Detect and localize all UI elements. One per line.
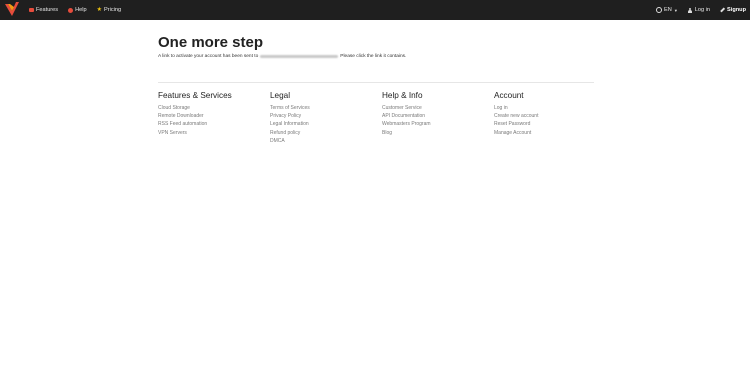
- footer-heading: Account: [494, 91, 524, 100]
- footer-link-blog[interactable]: Blog: [382, 129, 494, 137]
- main-content: One more step A link to activate your ac…: [158, 34, 594, 59]
- footer-link-rss-feed[interactable]: RSS Feed automation: [158, 120, 270, 128]
- footer-link-dmca[interactable]: DMCA: [270, 137, 382, 145]
- footer-link-create-account[interactable]: Create new account: [494, 112, 606, 120]
- nav-left: Features Help ★ Pricing: [29, 0, 131, 20]
- star-icon: ★: [96, 7, 102, 13]
- footer-link-refund[interactable]: Refund policy: [270, 129, 382, 137]
- nav-pricing-label: Pricing: [103, 7, 122, 13]
- page-title: One more step: [158, 34, 264, 51]
- signup-link[interactable]: Signup: [720, 7, 746, 13]
- activation-message: A link to activate your account has been…: [158, 54, 594, 59]
- features-icon: [29, 8, 34, 12]
- user-icon: [688, 7, 693, 13]
- globe-icon: [656, 7, 663, 13]
- language-dropdown[interactable]: EN ▼: [656, 7, 678, 13]
- footer-link-login[interactable]: Log in: [494, 104, 606, 112]
- nav-features-link[interactable]: Features: [29, 7, 58, 13]
- footer-link-legal-info[interactable]: Legal Information: [270, 120, 382, 128]
- footer-link-privacy[interactable]: Privacy Policy: [270, 112, 382, 120]
- nav-pricing-link[interactable]: ★ Pricing: [97, 7, 122, 13]
- nav-right: EN ▼ Log in Signup: [646, 0, 746, 20]
- footer-col-legal: Legal Terms of Services Privacy Policy L…: [270, 90, 382, 145]
- footer-heading: Features & Services: [158, 91, 232, 100]
- footer-link-webmasters[interactable]: Webmasters Program: [382, 120, 494, 128]
- footer-link-terms[interactable]: Terms of Services: [270, 104, 382, 112]
- nav-features-label: Features: [36, 7, 59, 13]
- divider: [158, 82, 594, 83]
- login-link[interactable]: Log in: [688, 7, 710, 13]
- signup-label: Signup: [727, 7, 746, 13]
- footer-heading: Help & Info: [382, 91, 423, 100]
- pencil-icon: [720, 7, 725, 13]
- footer-link-cloud-storage[interactable]: Cloud Storage: [158, 104, 270, 112]
- footer: Features & Services Cloud Storage Remote…: [158, 90, 606, 145]
- footer-link-customer-service[interactable]: Customer Service: [382, 104, 494, 112]
- language-label: EN: [664, 7, 672, 13]
- footer-link-remote-downloader[interactable]: Remote Downloader: [158, 112, 270, 120]
- footer-link-reset-password[interactable]: Reset Password: [494, 120, 606, 128]
- logo-icon[interactable]: [5, 2, 19, 17]
- login-label: Log in: [694, 7, 711, 13]
- help-icon: [68, 7, 74, 13]
- footer-col-help: Help & Info Customer Service API Documen…: [382, 90, 494, 145]
- caret-down-icon: ▼: [673, 7, 678, 13]
- footer-col-features: Features & Services Cloud Storage Remote…: [158, 90, 270, 145]
- footer-link-vpn-servers[interactable]: VPN Servers: [158, 129, 270, 137]
- footer-link-api-docs[interactable]: API Documentation: [382, 112, 494, 120]
- message-suffix: Please click the link it contains.: [340, 54, 407, 59]
- nav-help-label: Help: [75, 7, 87, 13]
- footer-col-account: Account Log in Create new account Reset …: [494, 90, 606, 145]
- footer-heading: Legal: [270, 91, 291, 100]
- redacted-email: [260, 55, 339, 58]
- footer-link-manage-account[interactable]: Manage Account: [494, 129, 606, 137]
- message-prefix: A link to activate your account has been…: [158, 54, 259, 59]
- top-navbar: Features Help ★ Pricing EN ▼ Log in Sign…: [0, 0, 750, 20]
- nav-help-link[interactable]: Help: [68, 7, 87, 13]
